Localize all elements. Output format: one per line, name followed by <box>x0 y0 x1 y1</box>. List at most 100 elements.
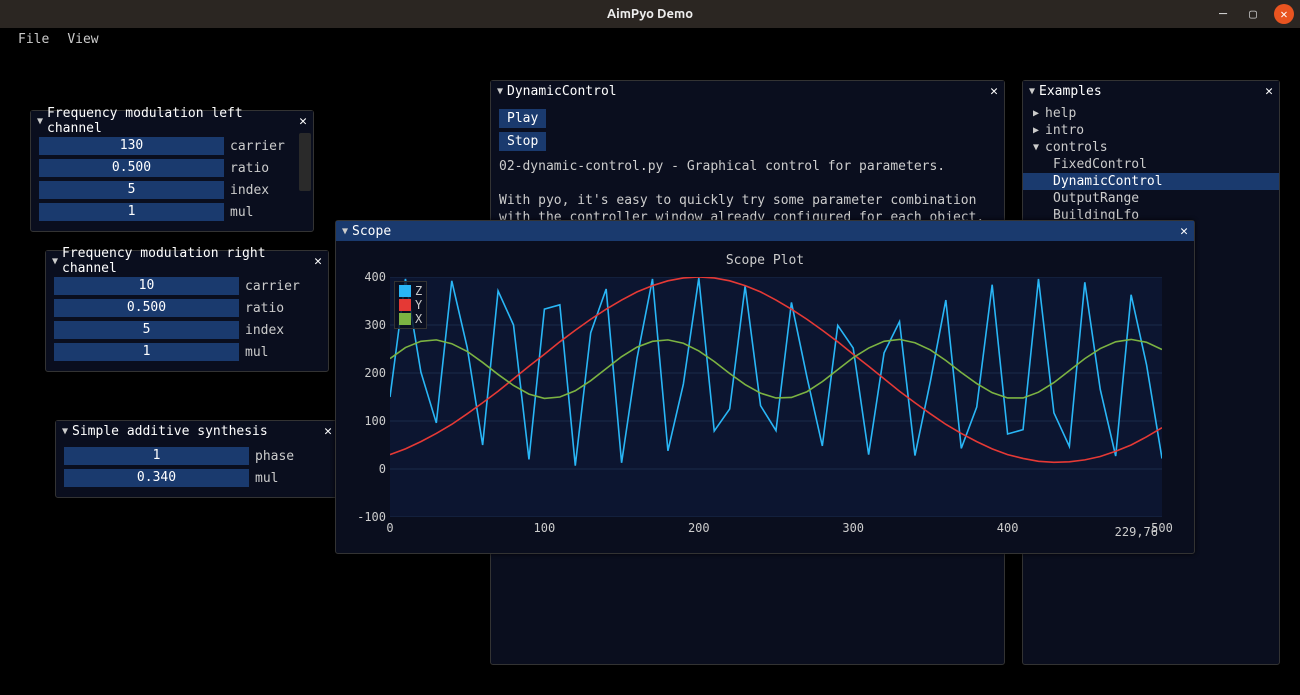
carrier-slider[interactable]: 10 <box>54 277 239 295</box>
panel-header-additive[interactable]: ▼ Simple additive synthesis ✕ <box>56 421 338 441</box>
close-icon[interactable]: ✕ <box>1274 4 1294 24</box>
panel-fm-left: ▼ Frequency modulation left channel ✕ 13… <box>30 110 314 232</box>
param-label: carrier <box>245 279 300 294</box>
close-icon[interactable]: ✕ <box>1180 224 1188 239</box>
param-row: 130 carrier <box>39 137 305 155</box>
y-tick-label: 200 <box>364 366 386 380</box>
close-icon[interactable]: ✕ <box>1265 84 1273 99</box>
param-row: 1 mul <box>39 203 305 221</box>
collapse-icon: ▼ <box>497 86 503 97</box>
tree-item-dynamiccontrol[interactable]: DynamicControl <box>1023 173 1279 190</box>
legend-label: Y <box>415 298 422 312</box>
param-label: ratio <box>245 301 284 316</box>
panel-header-dynamic-control[interactable]: ▼ DynamicControl ✕ <box>491 81 1004 101</box>
window-title: AimPyo Demo <box>607 7 693 21</box>
panel-fm-right: ▼ Frequency modulation right channel ✕ 1… <box>45 250 329 372</box>
panel-title: Scope <box>352 224 1180 239</box>
close-icon[interactable]: ✕ <box>299 114 307 129</box>
maximize-icon[interactable]: ▢ <box>1244 5 1262 23</box>
mul-slider[interactable]: 1 <box>39 203 224 221</box>
chart-legend: Z Y X <box>394 281 427 329</box>
collapse-icon: ▼ <box>1029 86 1035 97</box>
param-row: 1 phase <box>64 447 330 465</box>
param-row: 0.500 ratio <box>54 299 320 317</box>
y-tick-label: 0 <box>379 462 386 476</box>
panel-header-fm-left[interactable]: ▼ Frequency modulation left channel ✕ <box>31 111 313 131</box>
carrier-slider[interactable]: 130 <box>39 137 224 155</box>
legend-swatch-z <box>399 285 411 297</box>
param-row: 10 carrier <box>54 277 320 295</box>
panel-header-scope[interactable]: ▼ Scope ✕ <box>336 221 1194 241</box>
collapse-icon: ▼ <box>62 426 68 437</box>
x-tick-label: 400 <box>997 521 1019 535</box>
param-label: mul <box>230 205 253 220</box>
panel-title: Simple additive synthesis <box>72 424 324 439</box>
tree-item-fixedcontrol[interactable]: FixedControl <box>1023 156 1279 173</box>
plot-area[interactable]: Z Y X 229,76 -10001002003004000100200300… <box>390 277 1162 517</box>
legend-swatch-y <box>399 299 411 311</box>
param-label: index <box>245 323 284 338</box>
tree-item-outputrange[interactable]: OutputRange <box>1023 190 1279 207</box>
panel-title: Frequency modulation right channel <box>62 246 314 276</box>
param-label: ratio <box>230 161 269 176</box>
close-icon[interactable]: ✕ <box>314 254 322 269</box>
x-tick-label: 100 <box>534 521 556 535</box>
scrollbar[interactable] <box>299 133 311 229</box>
legend-swatch-x <box>399 313 411 325</box>
index-slider[interactable]: 5 <box>54 321 239 339</box>
y-tick-label: -100 <box>357 510 386 524</box>
examples-tree: ▶ help ▶ intro ▼ controls FixedControl D… <box>1023 101 1279 228</box>
chevron-down-icon: ▼ <box>1033 142 1045 153</box>
param-label: mul <box>245 345 268 360</box>
index-slider[interactable]: 5 <box>39 181 224 199</box>
param-label: carrier <box>230 139 285 154</box>
collapse-icon: ▼ <box>52 256 58 267</box>
mul-slider[interactable]: 0.340 <box>64 469 249 487</box>
tree-label: OutputRange <box>1053 191 1139 206</box>
ratio-slider[interactable]: 0.500 <box>54 299 239 317</box>
panel-header-fm-right[interactable]: ▼ Frequency modulation right channel ✕ <box>46 251 328 271</box>
collapse-icon: ▼ <box>342 226 348 237</box>
tree-label: DynamicControl <box>1053 174 1163 189</box>
play-button[interactable]: Play <box>499 109 546 128</box>
menu-file[interactable]: File <box>18 32 49 47</box>
close-icon[interactable]: ✕ <box>990 84 998 99</box>
y-tick-label: 100 <box>364 414 386 428</box>
param-row: 0.340 mul <box>64 469 330 487</box>
mul-slider[interactable]: 1 <box>54 343 239 361</box>
param-label: phase <box>255 449 294 464</box>
panel-title: Examples <box>1039 84 1265 99</box>
param-row: 1 mul <box>54 343 320 361</box>
tree-item-help[interactable]: ▶ help <box>1023 105 1279 122</box>
panel-additive: ▼ Simple additive synthesis ✕ 1 phase 0.… <box>55 420 339 498</box>
x-tick-label: 300 <box>842 521 864 535</box>
menu-view[interactable]: View <box>67 32 98 47</box>
panel-header-examples[interactable]: ▼ Examples ✕ <box>1023 81 1279 101</box>
param-row: 5 index <box>39 181 305 199</box>
x-tick-label: 500 <box>1151 521 1173 535</box>
panel-title: DynamicControl <box>507 84 990 99</box>
tree-label: help <box>1045 106 1076 121</box>
minimize-icon[interactable]: ─ <box>1214 5 1232 23</box>
tree-label: controls <box>1045 140 1108 155</box>
x-tick-label: 0 <box>386 521 393 535</box>
param-label: mul <box>255 471 278 486</box>
chevron-right-icon: ▶ <box>1033 125 1045 136</box>
panel-title: Frequency modulation left channel <box>47 106 299 136</box>
close-icon[interactable]: ✕ <box>324 424 332 439</box>
menubar: File View <box>0 28 1300 50</box>
legend-label: Z <box>415 284 422 298</box>
tree-item-controls[interactable]: ▼ controls <box>1023 139 1279 156</box>
tree-item-intro[interactable]: ▶ intro <box>1023 122 1279 139</box>
scope-chart: Scope Plot Z Y X 229,76 -100010020030040… <box>344 247 1186 547</box>
tree-label: FixedControl <box>1053 157 1147 172</box>
chart-title: Scope Plot <box>344 247 1186 274</box>
param-row: 0.500 ratio <box>39 159 305 177</box>
stop-button[interactable]: Stop <box>499 132 546 151</box>
phase-slider[interactable]: 1 <box>64 447 249 465</box>
chevron-right-icon: ▶ <box>1033 108 1045 119</box>
y-tick-label: 300 <box>364 318 386 332</box>
ratio-slider[interactable]: 0.500 <box>39 159 224 177</box>
param-row: 5 index <box>54 321 320 339</box>
y-tick-label: 400 <box>364 270 386 284</box>
